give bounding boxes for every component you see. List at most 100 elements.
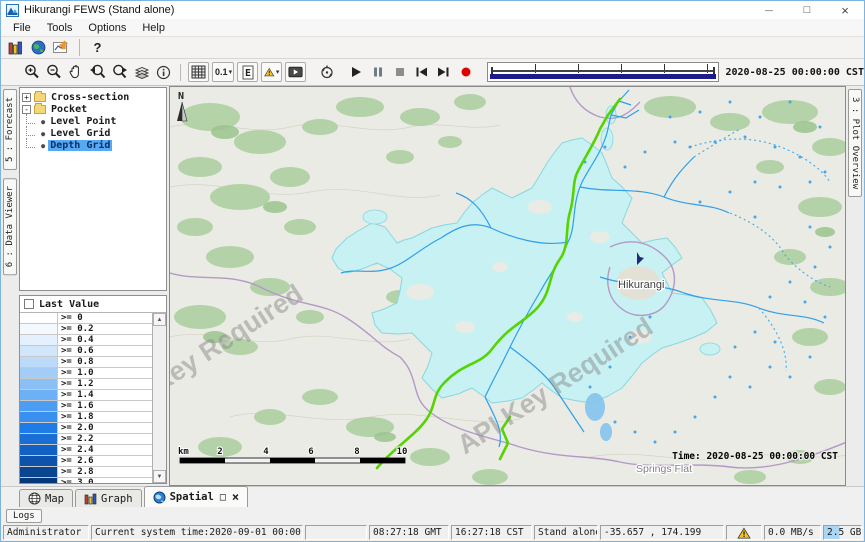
maximize-icon[interactable] [788, 1, 826, 19]
svg-text:E: E [245, 68, 251, 79]
stop-icon[interactable] [389, 62, 410, 82]
status-bar: Administrator Current system time:2020-0… [1, 524, 864, 541]
menu-item[interactable]: Options [80, 21, 134, 35]
menu-bar: FileToolsOptionsHelp [1, 19, 864, 37]
pan-hand-icon[interactable] [65, 62, 86, 82]
tab-graph[interactable]: Graph [75, 489, 142, 507]
record-icon[interactable] [455, 62, 476, 82]
tree-item-label[interactable]: Pocket [49, 104, 89, 115]
database-icon[interactable] [5, 38, 26, 58]
tree-item[interactable]: - Pocket [22, 103, 164, 115]
tab-data-viewer[interactable]: 6 : Data Viewer [3, 178, 17, 275]
info-icon[interactable] [153, 62, 174, 82]
legend-color-swatch [20, 368, 58, 378]
pause-icon[interactable] [367, 62, 388, 82]
time-slider-range-bar[interactable] [490, 74, 715, 79]
time-slider[interactable] [487, 62, 718, 82]
zoom-next-icon[interactable] [109, 62, 130, 82]
zoom-previous-icon[interactable] [87, 62, 108, 82]
zoom-out-icon[interactable] [43, 62, 64, 82]
map-toolbar: 0.1 E [1, 59, 864, 86]
layer-tree: + Cross-section - Pocket [19, 87, 167, 291]
menu-item[interactable]: Help [134, 21, 173, 35]
contour-value: 0.1 [215, 67, 228, 77]
legend-row: >= 0.4 [20, 335, 152, 346]
legend-color-swatch [20, 324, 58, 334]
tree-expander-icon[interactable]: - [22, 105, 31, 114]
last-value-checkbox[interactable] [24, 299, 34, 309]
help-icon[interactable]: ? [87, 38, 108, 58]
layers-icon[interactable] [131, 62, 152, 82]
legend-value-label: >= 1.4 [58, 390, 94, 400]
spatial-export-icon[interactable] [51, 38, 72, 58]
bottom-tab-bar: Map Graph Spatial [1, 486, 864, 507]
tree-connector [26, 138, 35, 148]
tree-node-icon [34, 105, 46, 114]
warning-dropdown[interactable] [261, 62, 282, 82]
legend-row: >= 2.2 [20, 434, 152, 445]
tab-spatial[interactable]: Spatial [144, 486, 249, 507]
tree-item-label[interactable]: Level Grid [48, 128, 112, 139]
play-icon[interactable] [345, 62, 366, 82]
grid-display-icon[interactable] [188, 62, 209, 82]
zoom-in-icon[interactable] [21, 62, 42, 82]
legend-row: >= 3.0 [20, 478, 152, 483]
tree-expander-icon[interactable]: + [22, 93, 31, 102]
tab-forecast[interactable]: 5 : Forecast [3, 89, 17, 170]
tree-item-label[interactable]: Depth Grid [48, 140, 112, 151]
tab-spatial-label: Spatial [170, 491, 214, 503]
menu-item[interactable]: Tools [39, 21, 81, 35]
legend-color-swatch [20, 379, 58, 389]
map-view[interactable]: API Key Required API Key Required Hikura… [169, 86, 846, 486]
legend-toggle-icon[interactable]: E [237, 62, 258, 82]
status-coordinates: -35.657 , 174.199 [600, 525, 724, 540]
tree-item-label[interactable]: Cross-section [49, 92, 131, 103]
animation-settings-icon[interactable] [317, 62, 338, 82]
legend-value-label: >= 2.2 [58, 434, 94, 444]
tab-plot-overview[interactable]: 3 : Plot Overview [848, 89, 862, 197]
tree-node-icon [41, 116, 45, 127]
legend-value-label: >= 2.6 [58, 456, 94, 466]
tree-item-label[interactable]: Level Point [48, 116, 118, 127]
menu-item[interactable]: File [5, 21, 39, 35]
legend-scrollbar[interactable] [152, 313, 166, 483]
right-tab-strip: 3 : Plot Overview [846, 86, 864, 486]
legend-row: >= 1.4 [20, 390, 152, 401]
tree-item[interactable]: + Cross-section [22, 91, 164, 103]
svg-text:6: 6 [308, 447, 313, 457]
legend-row: >= 0.2 [20, 324, 152, 335]
legend-row: >= 0.6 [20, 346, 152, 357]
window-title: Hikurangi FEWS (Stand alone) [24, 4, 174, 16]
close-icon[interactable] [826, 1, 864, 19]
logs-button[interactable]: Logs [6, 509, 42, 523]
tab-close-icon[interactable] [232, 490, 239, 504]
tree-item[interactable]: Level Grid [22, 127, 164, 139]
tab-restore-icon[interactable] [220, 492, 226, 503]
app-window: Hikurangi FEWS (Stand alone) FileToolsOp… [0, 0, 865, 542]
tree-item[interactable]: Level Point [22, 115, 164, 127]
first-frame-icon[interactable] [411, 62, 432, 82]
svg-text:2: 2 [217, 447, 222, 457]
svg-text:N: N [178, 91, 184, 102]
map-display-icon[interactable] [28, 38, 49, 58]
legend-value-label: >= 0 [58, 313, 83, 323]
minimize-icon[interactable] [750, 1, 788, 19]
legend-value-label: >= 0.8 [58, 357, 94, 367]
last-frame-icon[interactable] [433, 62, 454, 82]
main-area: 5 : Forecast 6 : Data Viewer + Cross-sec… [1, 86, 864, 486]
legend-value-label: >= 2.4 [58, 445, 94, 455]
contour-value-dropdown[interactable]: 0.1 [212, 62, 235, 82]
scroll-down-icon[interactable] [153, 470, 166, 483]
tree-connector [26, 126, 35, 136]
legend-row: >= 2.4 [20, 445, 152, 456]
legend-value-label: >= 0.4 [58, 335, 94, 345]
movie-player-icon[interactable] [285, 62, 306, 82]
map-time-label: Time: 2020-08-25 00:00:00 CST [672, 451, 838, 462]
tree-item[interactable]: Depth Grid [22, 139, 164, 151]
tab-map[interactable]: Map [19, 489, 73, 507]
legend-color-swatch [20, 434, 58, 444]
status-warning-cell[interactable] [726, 525, 762, 540]
legend-value-label: >= 1.8 [58, 412, 94, 422]
scroll-up-icon[interactable] [153, 313, 166, 326]
legend-row: >= 2.0 [20, 423, 152, 434]
